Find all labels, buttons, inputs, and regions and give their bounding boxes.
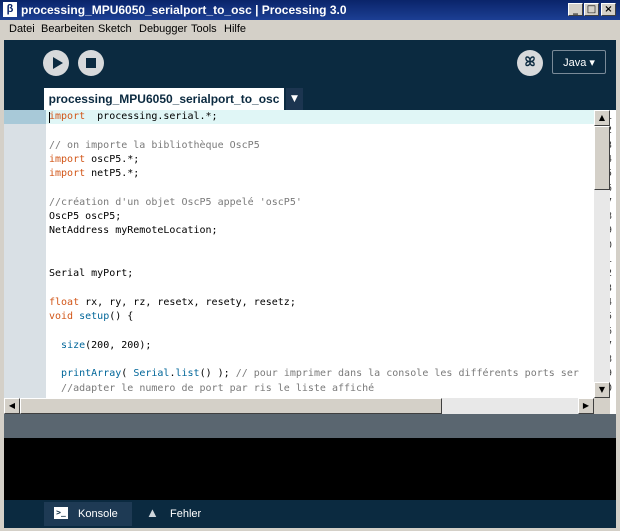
code-line: //création d'un objet OscP5 appelé 'oscP…	[49, 197, 594, 208]
run-button[interactable]	[43, 50, 69, 76]
processing-logo-icon: β	[3, 2, 17, 17]
code-line: import processing.serial.*;	[49, 111, 594, 122]
code-token: import	[49, 168, 86, 180]
debug-button[interactable]: ꕤ	[517, 50, 543, 76]
code-token: (200, 200);	[85, 339, 152, 351]
menu-bar: Datei Bearbeiten Sketch Debugger Tools H…	[0, 20, 620, 39]
scroll-left-button[interactable]: ◀	[4, 398, 20, 414]
code-line: printArray( Serial.list() ); // pour imp…	[49, 368, 594, 379]
tab-fehler-label: Fehler	[170, 508, 202, 520]
code-line: Serial myPort;	[49, 268, 594, 279]
code-token: Serial	[133, 368, 170, 380]
code-line: NetAddress myRemoteLocation;	[49, 225, 594, 236]
menu-bearbeiten[interactable]: Bearbeiten	[41, 23, 94, 35]
menu-sketch[interactable]: Sketch	[98, 23, 132, 35]
code-token: printArray	[61, 368, 122, 380]
code-line: import oscP5.*;	[49, 154, 594, 165]
code-token: Serial myPort;	[49, 268, 134, 280]
tab-menu-button[interactable]: ▼	[286, 88, 303, 110]
vertical-scrollbar[interactable]: ▲ ▼	[594, 110, 610, 398]
code-token: import	[49, 111, 86, 122]
scrollbar-corner	[594, 398, 610, 414]
console-tabs-bar: >_ Konsole ▲ Fehler	[4, 500, 616, 528]
close-button[interactable]: ×	[601, 3, 616, 16]
code-token: (	[121, 368, 134, 380]
minimize-button[interactable]: _	[568, 3, 583, 16]
mode-selector[interactable]: Java ▾	[552, 50, 606, 74]
code-token: oscP5.*;	[85, 153, 140, 165]
code-token: list	[175, 368, 200, 380]
code-line: size(200, 200);	[49, 340, 594, 351]
tab-konsole-label: Konsole	[78, 508, 118, 520]
code-token: () {	[109, 311, 134, 323]
code-line: void setup() {	[49, 311, 594, 322]
code-token: // on importe la bibliothèque OscP5	[49, 139, 260, 151]
code-line: //adapter le numero de port par ris le l…	[49, 383, 594, 394]
menu-hilfe[interactable]: Hilfe	[224, 23, 246, 35]
console-output[interactable]	[4, 438, 616, 500]
tab-konsole[interactable]: >_ Konsole	[44, 502, 132, 526]
stop-icon	[86, 58, 96, 68]
toolbar: ꕤ Java ▾ processing_MPU6050_serialport_t…	[4, 40, 616, 110]
code-token: // pour imprimer dans la console les dif…	[235, 368, 579, 380]
code-token: processing.serial.*;	[85, 111, 218, 122]
text-cursor	[49, 112, 50, 123]
line-number-gutter	[4, 110, 46, 398]
code-token: netP5.*;	[85, 168, 140, 180]
console-icon: >_	[54, 507, 68, 519]
code-token: OscP5 oscP5;	[49, 211, 122, 223]
vertical-scroll-thumb[interactable]	[594, 126, 610, 190]
code-editor[interactable]: 1234567891011121314151617181920 import p…	[4, 110, 616, 414]
code-token: //création d'un objet OscP5 appelé 'oscP…	[49, 196, 302, 208]
processing-main-panel: ꕤ Java ▾ processing_MPU6050_serialport_t…	[4, 40, 616, 528]
menu-datei[interactable]: Datei	[9, 23, 35, 35]
code-line: import netP5.*;	[49, 168, 594, 179]
code-token: size	[61, 339, 86, 351]
status-bar	[4, 414, 616, 438]
maximize-button[interactable]: □	[584, 3, 599, 16]
code-line: float rx, ry, rz, resetx, resety, resetz…	[49, 297, 594, 308]
code-token: //adapter le numero de port par ris le l…	[61, 382, 375, 394]
menu-tools[interactable]: Tools	[191, 23, 217, 35]
title-bar: β processing_MPU6050_serialport_to_osc |…	[0, 0, 620, 20]
code-token: () );	[199, 368, 236, 380]
current-line-gutter-highlight	[4, 110, 46, 124]
code-token: setup	[79, 311, 110, 323]
code-token: float	[49, 296, 80, 308]
menu-debugger[interactable]: Debugger	[139, 23, 187, 35]
tab-sketch[interactable]: processing_MPU6050_serialport_to_osc	[44, 88, 284, 110]
scroll-right-button[interactable]: ▶	[578, 398, 594, 414]
code-token: rx, ry, rz, resetx, resety, resetz;	[79, 296, 296, 308]
warning-icon: ▲	[146, 505, 159, 520]
horizontal-scrollbar[interactable]: ◀ ▶	[4, 398, 594, 414]
code-token: import	[49, 153, 86, 165]
scroll-up-button[interactable]: ▲	[594, 110, 610, 126]
horizontal-scroll-thumb[interactable]	[20, 398, 442, 414]
code-line: OscP5 oscP5;	[49, 211, 594, 222]
scroll-down-button[interactable]: ▼	[594, 382, 610, 398]
code-token: NetAddress myRemoteLocation;	[49, 225, 218, 237]
tab-fehler[interactable]: ▲ Fehler	[136, 502, 216, 526]
window-title: processing_MPU6050_serialport_to_osc | P…	[21, 3, 347, 17]
stop-button[interactable]	[78, 50, 104, 76]
play-icon	[53, 57, 63, 69]
code-token: void	[49, 311, 74, 323]
code-line: // on importe la bibliothèque OscP5	[49, 140, 594, 151]
